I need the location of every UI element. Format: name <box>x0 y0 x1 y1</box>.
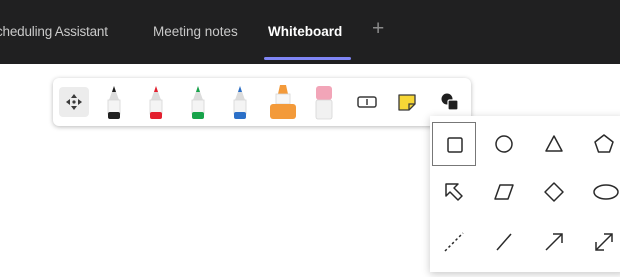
add-tab-button[interactable]: + <box>372 17 384 41</box>
tab-whiteboard[interactable]: Whiteboard <box>268 24 342 39</box>
pen-black-button[interactable] <box>103 82 125 122</box>
tab-bar: cheduling Assistant Meeting notes Whiteb… <box>0 0 620 64</box>
move-icon <box>66 94 82 110</box>
shape-dashed-line[interactable] <box>432 220 476 264</box>
shape-circle[interactable] <box>482 122 526 166</box>
move-tool-button[interactable] <box>59 87 89 117</box>
shape-double-arrow[interactable] <box>582 220 620 264</box>
pentagon-icon <box>594 134 614 153</box>
tab-meeting-notes[interactable]: Meeting notes <box>153 24 238 39</box>
shape-diamond[interactable] <box>532 170 576 214</box>
shape-block-arrow[interactable] <box>432 170 476 214</box>
pen-green-button[interactable] <box>187 82 209 122</box>
sticky-note-icon <box>398 94 416 111</box>
shape-rectangle[interactable] <box>432 122 476 166</box>
tab-scheduling-assistant[interactable]: cheduling Assistant <box>0 24 108 39</box>
shape-triangle[interactable] <box>532 122 576 166</box>
highlighter-button[interactable] <box>267 82 299 122</box>
circle-icon <box>495 135 513 153</box>
rectangle-icon <box>447 137 463 153</box>
eraser-icon <box>315 86 333 120</box>
active-tab-indicator <box>264 57 351 60</box>
ellipse-icon <box>593 184 619 200</box>
eraser-button[interactable] <box>313 82 335 122</box>
text-box-icon <box>357 96 377 108</box>
whiteboard-toolbar <box>53 78 471 126</box>
shape-ellipse[interactable] <box>582 170 620 214</box>
shape-arrow[interactable] <box>532 220 576 264</box>
shapes-panel <box>430 116 620 272</box>
block-arrow-icon <box>445 183 463 201</box>
text-tool-button[interactable] <box>355 82 379 122</box>
arrow-icon <box>545 233 563 251</box>
pen-icon <box>107 86 121 119</box>
dashed-line-icon <box>444 232 464 252</box>
shape-pentagon[interactable] <box>582 122 620 166</box>
diamond-icon <box>544 182 564 202</box>
pen-blue-button[interactable] <box>229 82 251 122</box>
pen-icon <box>233 86 247 119</box>
pen-red-button[interactable] <box>145 82 167 122</box>
pen-icon <box>149 86 163 119</box>
highlighter-icon <box>270 85 296 119</box>
pen-icon <box>191 86 205 119</box>
double-arrow-icon <box>595 233 613 251</box>
triangle-icon <box>545 135 563 152</box>
parallelogram-icon <box>494 184 514 200</box>
shape-line[interactable] <box>482 220 526 264</box>
line-icon <box>496 233 512 251</box>
sticky-note-button[interactable] <box>395 82 419 122</box>
shape-parallelogram[interactable] <box>482 170 526 214</box>
